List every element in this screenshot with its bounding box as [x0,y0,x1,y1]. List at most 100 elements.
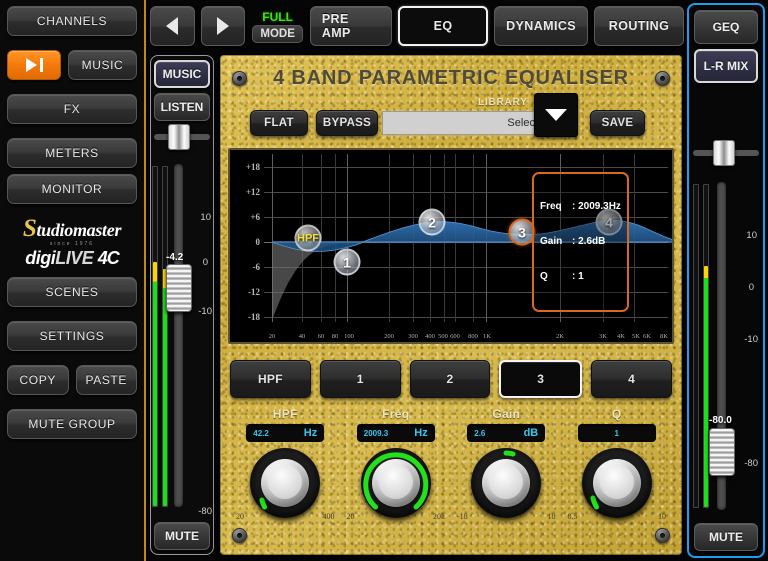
mute-group-button[interactable]: MUTE GROUP [7,409,137,439]
y-tick-plus12: +12 [234,187,260,197]
mode-toggle[interactable]: FULL MODE [251,4,303,48]
master-strip: GEQ L-R MIX -80.0 10 0 -10 -80 MUTE [687,3,765,558]
lr-mix-button[interactable]: L-R MIX [694,49,758,83]
channel-fader-handle[interactable] [166,264,192,312]
paste-button[interactable]: PASTE [76,365,138,395]
knob-value-gain: 2.6 [474,429,485,438]
band-button-1[interactable]: 1 [320,360,401,398]
x-tick-8k: 8K [660,333,668,340]
next-channel-button[interactable] [201,6,246,46]
arrow-right-icon [217,17,229,35]
sidebar-item-channels[interactable]: CHANNELS [7,6,137,36]
tab-eq[interactable]: EQ [398,6,488,46]
knob-readout-q[interactable]: 1 [578,424,656,442]
strip-source-button[interactable]: MUSIC [154,60,210,88]
mode-label: MODE [252,25,303,43]
meter-left [152,166,158,507]
knob-scale-q: 0.5 10 [562,512,673,521]
scale-0: 0 [203,257,208,268]
library-dropdown-button[interactable] [534,93,578,137]
product-name-part2: LIVE [55,248,93,268]
knob-scale-gain: -18 18 [451,512,562,521]
knob-value-freq: 2009.3 [364,429,388,438]
knob-label-gain: Gain [492,407,520,421]
band-button-4[interactable]: 4 [591,360,672,398]
channel-fader-track[interactable] [174,164,183,507]
tab-pre-amp[interactable]: PRE AMP [310,6,392,46]
sidebar-item-scenes[interactable]: SCENES [7,277,137,307]
sidebar-item-monitor[interactable]: MONITOR [7,174,137,204]
knob-readout-gain[interactable]: 2.6 dB [467,424,545,442]
knob-unit-hpf: Hz [304,427,317,439]
sidebar-item-meters[interactable]: METERS [7,138,137,168]
y-tick-minus6: -6 [234,262,260,272]
master-pan-handle[interactable] [713,140,735,166]
x-tick-20: 20 [269,333,276,340]
tab-routing[interactable]: ROUTING [594,6,684,46]
knob-q[interactable] [582,448,652,518]
x-tick-5k: 5K [632,333,640,340]
knob-group-freq: Freq 2009.3 Hz 20 20k [341,407,452,547]
geq-button[interactable]: GEQ [694,10,758,44]
top-toolbar: FULL MODE PRE AMP EQ DYNAMICS ROUTING [150,3,684,49]
scale-minus80: -80 [198,506,212,517]
band-button-2[interactable]: 2 [410,360,491,398]
flat-button[interactable]: FLAT [250,110,308,136]
prev-channel-button[interactable] [150,6,195,46]
knob-min-hpf: 20 [236,512,244,521]
eq-graph-plot-area: +18 +12 +6 0 -6 -12 -18 20 40 60 80 100 … [230,150,672,342]
knob-hpf[interactable] [250,448,320,518]
channel-fader-area: -4.2 10 0 -10 -80 [152,126,212,519]
y-tick-plus6: +6 [234,212,260,222]
knob-freq[interactable] [361,448,431,518]
pause-icon [40,58,43,72]
sidebar-item-fx[interactable]: FX [7,94,137,124]
product-name: digiLIVE 4C [25,249,119,267]
x-tick-600: 600 [450,333,460,340]
eq-node-hpf[interactable]: HPF [295,225,322,252]
sidebar-item-music[interactable]: MUSIC [68,50,137,80]
knob-max-q: 10 [658,512,666,521]
eq-curve-graph[interactable]: +18 +12 +6 0 -6 -12 -18 20 40 60 80 100 … [228,148,674,344]
brand-name-text: tudiomaster [36,220,121,240]
mode-status-label: FULL [262,10,293,24]
x-tick-200: 200 [384,333,394,340]
eq-node-2[interactable]: 2 [419,209,446,236]
knob-gain[interactable] [471,448,541,518]
play-pause-button[interactable] [7,50,61,80]
band-selector-row: HPF 1 2 3 4 [230,360,672,398]
sidebar-item-settings[interactable]: SETTINGS [7,321,137,351]
knob-hpf-cap [261,459,309,507]
brand-since: since 1976 [50,241,94,247]
eq-band-info-box: Freq: 2009.3Hz Gain: 2.6dB Q: 1 [532,172,629,312]
library-label: LIBRARY [478,97,528,108]
knob-min-gain: -18 [457,512,468,521]
knob-q-cap [593,459,641,507]
tab-dynamics[interactable]: DYNAMICS [494,6,588,46]
pan-handle[interactable] [168,124,190,150]
play-icon [26,58,37,72]
band-button-hpf[interactable]: HPF [230,360,311,398]
save-button[interactable]: SAVE [590,110,645,136]
band-button-3[interactable]: 3 [499,360,582,398]
knob-min-freq: 20 [347,512,355,521]
x-tick-300: 300 [408,333,418,340]
scale-10: 10 [200,212,211,223]
info-gain-key: Gain [540,236,572,248]
library-select-field[interactable]: Select [382,111,547,135]
eq-node-1[interactable]: 1 [334,249,361,276]
strip-listen-button[interactable]: LISTEN [154,93,210,121]
x-tick-400: 400 [425,333,435,340]
knob-label-q: Q [612,407,622,421]
bypass-button[interactable]: BYPASS [316,110,378,136]
info-freq-value: : 2009.3Hz [572,201,621,212]
knob-readout-hpf[interactable]: 42.2 Hz [246,424,324,442]
x-tick-3k: 3K [599,333,607,340]
knob-readout-freq[interactable]: 2009.3 Hz [357,424,435,442]
channel-mute-button[interactable]: MUTE [154,522,210,550]
master-fader-handle[interactable] [709,428,735,476]
knob-max-hpf: 400 [323,512,335,521]
copy-button[interactable]: COPY [7,365,69,395]
transport-row: MUSIC [7,50,137,80]
master-mute-button[interactable]: MUTE [694,523,758,551]
